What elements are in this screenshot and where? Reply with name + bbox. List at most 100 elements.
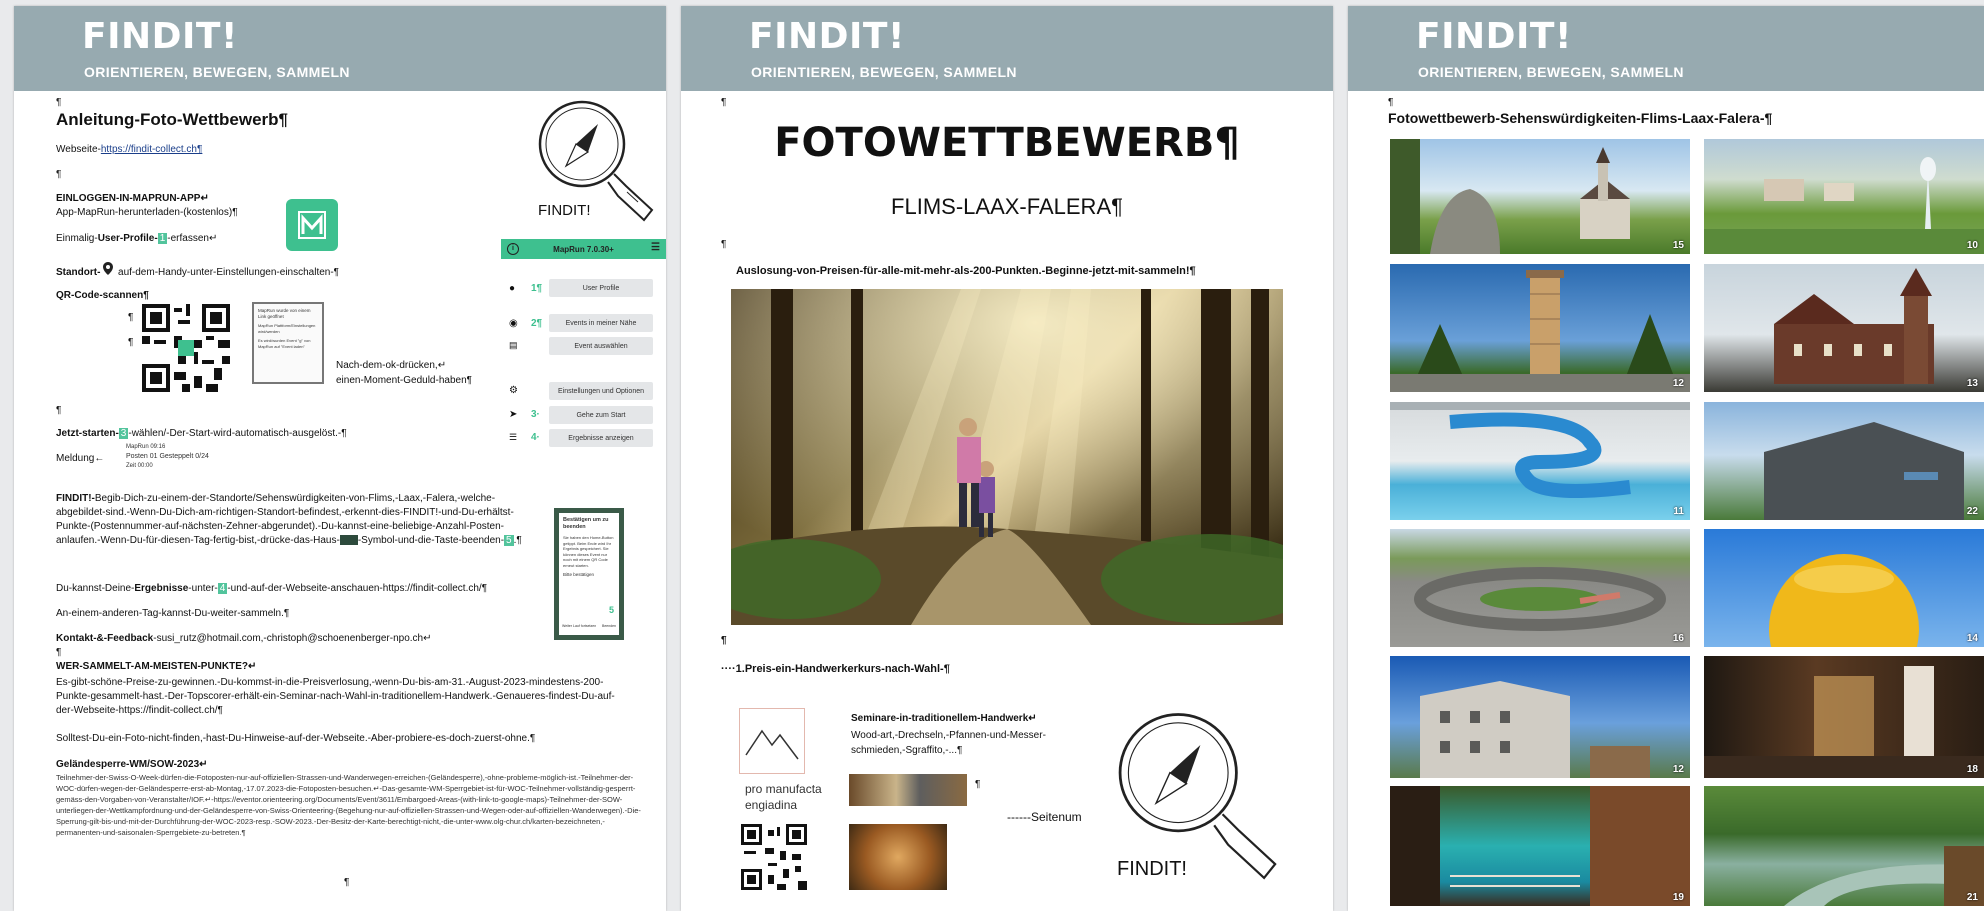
photo-tile-modern-building: 22 — [1704, 402, 1984, 520]
pilcrow: ¶ — [975, 779, 981, 790]
pilcrow: ¶ — [344, 877, 350, 888]
popup-line: Es wird/wurden Event "g" von MapRun auf … — [258, 338, 311, 349]
instructions-text: -Symbol-und-die-Taste- — [357, 535, 462, 546]
station-number: 22 — [1966, 506, 1978, 517]
app-info-icon: i — [507, 243, 519, 255]
maprun-app-screenshot: i MapRun 7.0.30+ ☰ ● 1¶ User Profile ◉ 2… — [501, 239, 666, 464]
photo-tile-forest-river: 21 — [1704, 786, 1984, 906]
results-mid: -unter- — [188, 583, 218, 594]
login-heading: EINLOGGEN-IN-MAPRUN-APP↵ — [56, 193, 209, 204]
profile-pre: Einmalig- — [56, 233, 98, 244]
qr-code-image — [142, 304, 230, 392]
document-page-1: FINDIT! ORIENTIEREN, BEWEGEN, SAMMELN ¶ … — [14, 6, 666, 911]
finish-button: Beenden — [601, 624, 616, 628]
step-number-badge: 5 — [608, 605, 614, 615]
seminar-text: schmieden,-Sgraffito,-...¶ — [851, 745, 963, 756]
forest-family-photo — [731, 289, 1283, 625]
start-bold: Jetzt-starten- — [56, 428, 119, 439]
meldung-label: Meldung← — [56, 453, 105, 464]
seminar-heading: Seminare-in-traditionellem-Handwerk↵ — [851, 713, 1037, 724]
another-day-line: An-einem-anderen-Tag-kannst-Du-weiter-sa… — [56, 608, 290, 619]
continue-button: Weiter Lauf fortsetzen — [562, 624, 597, 628]
page2-subtitle: FLIMS-LAAX-FALERA¶ — [891, 194, 1123, 219]
start-line: Jetzt-starten- 3 -wählen/-Der-Start-wird-a… — [56, 427, 347, 441]
website-link[interactable]: https://findit-collect.ch¶ — [101, 144, 203, 155]
go-to-start-button[interactable]: Gehe zum Start — [549, 406, 653, 424]
profile-post: -erfassen↵ — [167, 233, 218, 244]
photo-tile-pumptrack: 16 — [1390, 529, 1690, 647]
station-number: 15 — [1672, 240, 1684, 251]
notification-line: Posten 01 Gesteppelt 0/24 — [126, 453, 209, 460]
photo-tile-park-fountain: 10 — [1704, 139, 1984, 254]
pilcrow: ¶ — [56, 97, 62, 108]
location-pin-icon — [103, 262, 115, 280]
photo-tile-church: 15 — [1390, 139, 1690, 254]
page-header: FINDIT! ORIENTIEREN, BEWEGEN, SAMMELN — [14, 6, 666, 91]
station-number: 13 — [1966, 378, 1978, 389]
closure-heading: Geländesperre-WM/SOW-2023↵ — [56, 759, 208, 770]
pilcrow: ¶ — [721, 635, 727, 646]
maprun-notification: MapRun 09:16 Posten 01 Gesteppelt 0/24 Z… — [126, 443, 236, 471]
seitenum-text: ------Seitenum — [1007, 810, 1082, 824]
compass-label: FINDIT! — [538, 202, 591, 219]
document-page-3: FINDIT! ORIENTIEREN, BEWEGEN, SAMMELN ¶ … — [1348, 6, 1984, 911]
station-number: 14 — [1966, 633, 1978, 644]
list-icon: ☰ — [509, 432, 518, 442]
photo-missing-line: Solltest-Du-ein-Foto-nicht-finden,-hast-… — [56, 733, 536, 744]
station-number: 12 — [1672, 764, 1684, 775]
woodturning-photo — [849, 824, 947, 890]
prize-line: ····1.Preis-ein-Handwerkerkurs-nach-Wahl… — [721, 663, 950, 675]
brand-title: FINDIT! — [82, 16, 238, 57]
scan-note: einen-Moment-Geduld-haben¶ — [336, 375, 473, 386]
popup-line: MapRun Plattform/Einstellungen wird/werd… — [258, 323, 316, 334]
gear-icon: ⚙ — [509, 385, 518, 396]
instructions-text: .¶ — [513, 535, 522, 546]
contact-bold: Kontakt-&-Feedback — [56, 633, 154, 644]
photo-tile-castle: 13 — [1704, 264, 1984, 392]
results-line: Du-kannst-Deine-Ergebnisse-unter- 4 -und-a… — [56, 582, 487, 596]
maprun-popup-screenshot: MapRun wurde von einem Link geöffnet Map… — [252, 302, 324, 384]
station-number: 18 — [1966, 764, 1978, 775]
qr-heading: QR-Code-scannen¶ — [56, 290, 149, 301]
photo-tile-tower: 12 — [1390, 264, 1690, 392]
station-number: 10 — [1966, 240, 1978, 251]
contact-rest: -susi_rutz@hotmail.com,-christoph@schoen… — [153, 633, 432, 644]
finish-popup-title: Bestätigen um zu beenden — [563, 517, 609, 530]
draw-line: Auslosung-von-Preisen-für-alle-mit-mehr-… — [736, 265, 1196, 277]
photo-tile-lake-view: 19 — [1390, 786, 1690, 906]
station-number: 12 — [1672, 378, 1684, 389]
step-number-badge: 1 — [157, 233, 168, 244]
app-menu-icon: ☰ — [651, 242, 660, 253]
user-profile-button[interactable]: User Profile — [549, 279, 653, 297]
findit-lead: FINDIT!- — [56, 493, 95, 504]
app-download-line: App-MapRun-herunterladen-(kostenlos)¶ — [56, 207, 238, 218]
qr-code-image — [741, 824, 807, 890]
instructions-paragraph: FINDIT!-Begib-Dich-zu-einem-der-Standort… — [56, 492, 526, 548]
station-number: 21 — [1966, 892, 1978, 903]
brand-tagline: ORIENTIEREN, BEWEGEN, SAMMELN — [1418, 64, 1684, 80]
station-number: 11 — [1673, 506, 1684, 517]
runner-icon: ➤ — [509, 409, 518, 420]
page3-title: Fotowettbewerb-Sehenswürdigkeiten-Flims-… — [1388, 110, 1773, 126]
show-results-button[interactable]: Ergebnisse anzeigen — [549, 429, 653, 447]
website-prefix: Webseite- — [56, 144, 101, 155]
pilcrow: ¶ — [128, 312, 134, 323]
photo-tile-interior: 18 — [1704, 656, 1984, 778]
pilcrow: ¶ — [721, 239, 727, 250]
standort-rest: auf-dem-Handy-unter-Einstellungen-einsch… — [118, 267, 340, 278]
results-post: -und-auf-der-Webseite-anschauen-https://… — [227, 583, 488, 594]
select-event-button[interactable]: Event auswählen — [549, 337, 653, 355]
step-number: 2¶ — [531, 318, 543, 329]
app-title: MapRun 7.0.30+ — [553, 244, 614, 254]
finish-popup-body: Sie haben den Home-Button getippt. Beim … — [563, 535, 614, 568]
pilcrow: ¶ — [56, 169, 62, 180]
settings-button[interactable]: Einstellungen und Optionen — [549, 382, 653, 400]
results-bold: Ergebnisse — [134, 583, 189, 594]
app-titlebar: i MapRun 7.0.30+ ☰ — [501, 239, 666, 259]
page2-title: FOTOWETTBEWERB¶ — [774, 120, 1240, 166]
pilcrow: ¶ — [56, 405, 62, 416]
pilcrow: ¶ — [128, 337, 134, 348]
contact-line: Kontakt-&-Feedback-susi_rutz@hotmail.com… — [56, 632, 432, 646]
events-nearby-button[interactable]: Events in meiner Nähe — [549, 314, 653, 332]
brand-title: FINDIT! — [749, 16, 905, 57]
